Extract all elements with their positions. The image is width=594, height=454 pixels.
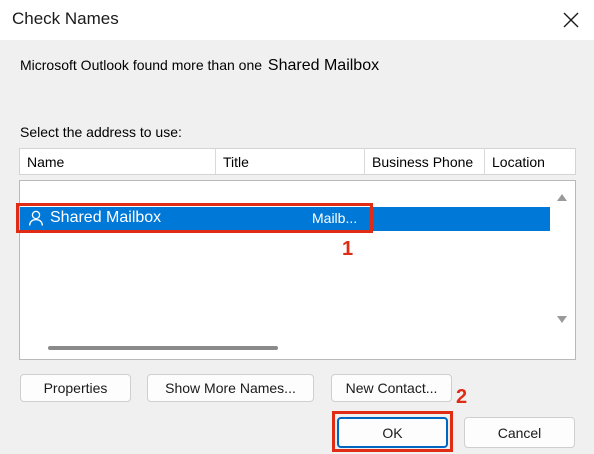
- message-prefix: Microsoft Outlook found more than one: [20, 57, 266, 73]
- row-name: Shared Mailbox: [50, 209, 162, 226]
- message-name: Shared Mailbox: [267, 57, 380, 74]
- cancel-button[interactable]: Cancel: [464, 417, 575, 448]
- annotation-step-1: 1: [342, 238, 354, 260]
- new-contact-button[interactable]: New Contact...: [331, 374, 452, 402]
- title-bar: Check Names: [0, 0, 594, 40]
- column-header-location[interactable]: Location: [485, 149, 576, 174]
- scroll-up-icon[interactable]: [557, 193, 567, 201]
- person-icon: [28, 210, 44, 226]
- close-button[interactable]: [548, 0, 594, 40]
- vertical-scrollbar[interactable]: [550, 182, 574, 332]
- ok-button[interactable]: OK: [337, 417, 448, 448]
- scroll-down-icon[interactable]: [557, 316, 567, 324]
- list-header: Name Title Business Phone Location: [19, 148, 576, 175]
- message-text: Microsoft Outlook found more than one Sh…: [20, 57, 379, 75]
- window-title: Check Names: [12, 9, 119, 28]
- table-row[interactable]: Shared Mailbox Mailb...: [20, 207, 551, 231]
- column-header-title[interactable]: Title: [216, 149, 365, 174]
- address-list[interactable]: Shared Mailbox Mailb...: [19, 180, 576, 360]
- close-icon: [563, 12, 579, 28]
- row-title: Mailb...: [312, 210, 358, 226]
- annotation-step-2: 2: [456, 386, 468, 408]
- column-header-business-phone[interactable]: Business Phone: [365, 149, 485, 174]
- select-address-label: Select the address to use:: [20, 124, 182, 140]
- row-name-cell: Shared Mailbox: [28, 209, 161, 227]
- column-header-name[interactable]: Name: [20, 149, 216, 174]
- show-more-names-button[interactable]: Show More Names...: [147, 374, 314, 402]
- horizontal-scrollbar[interactable]: [21, 336, 550, 358]
- properties-button[interactable]: Properties: [20, 374, 131, 402]
- horizontal-scroll-thumb[interactable]: [48, 346, 278, 350]
